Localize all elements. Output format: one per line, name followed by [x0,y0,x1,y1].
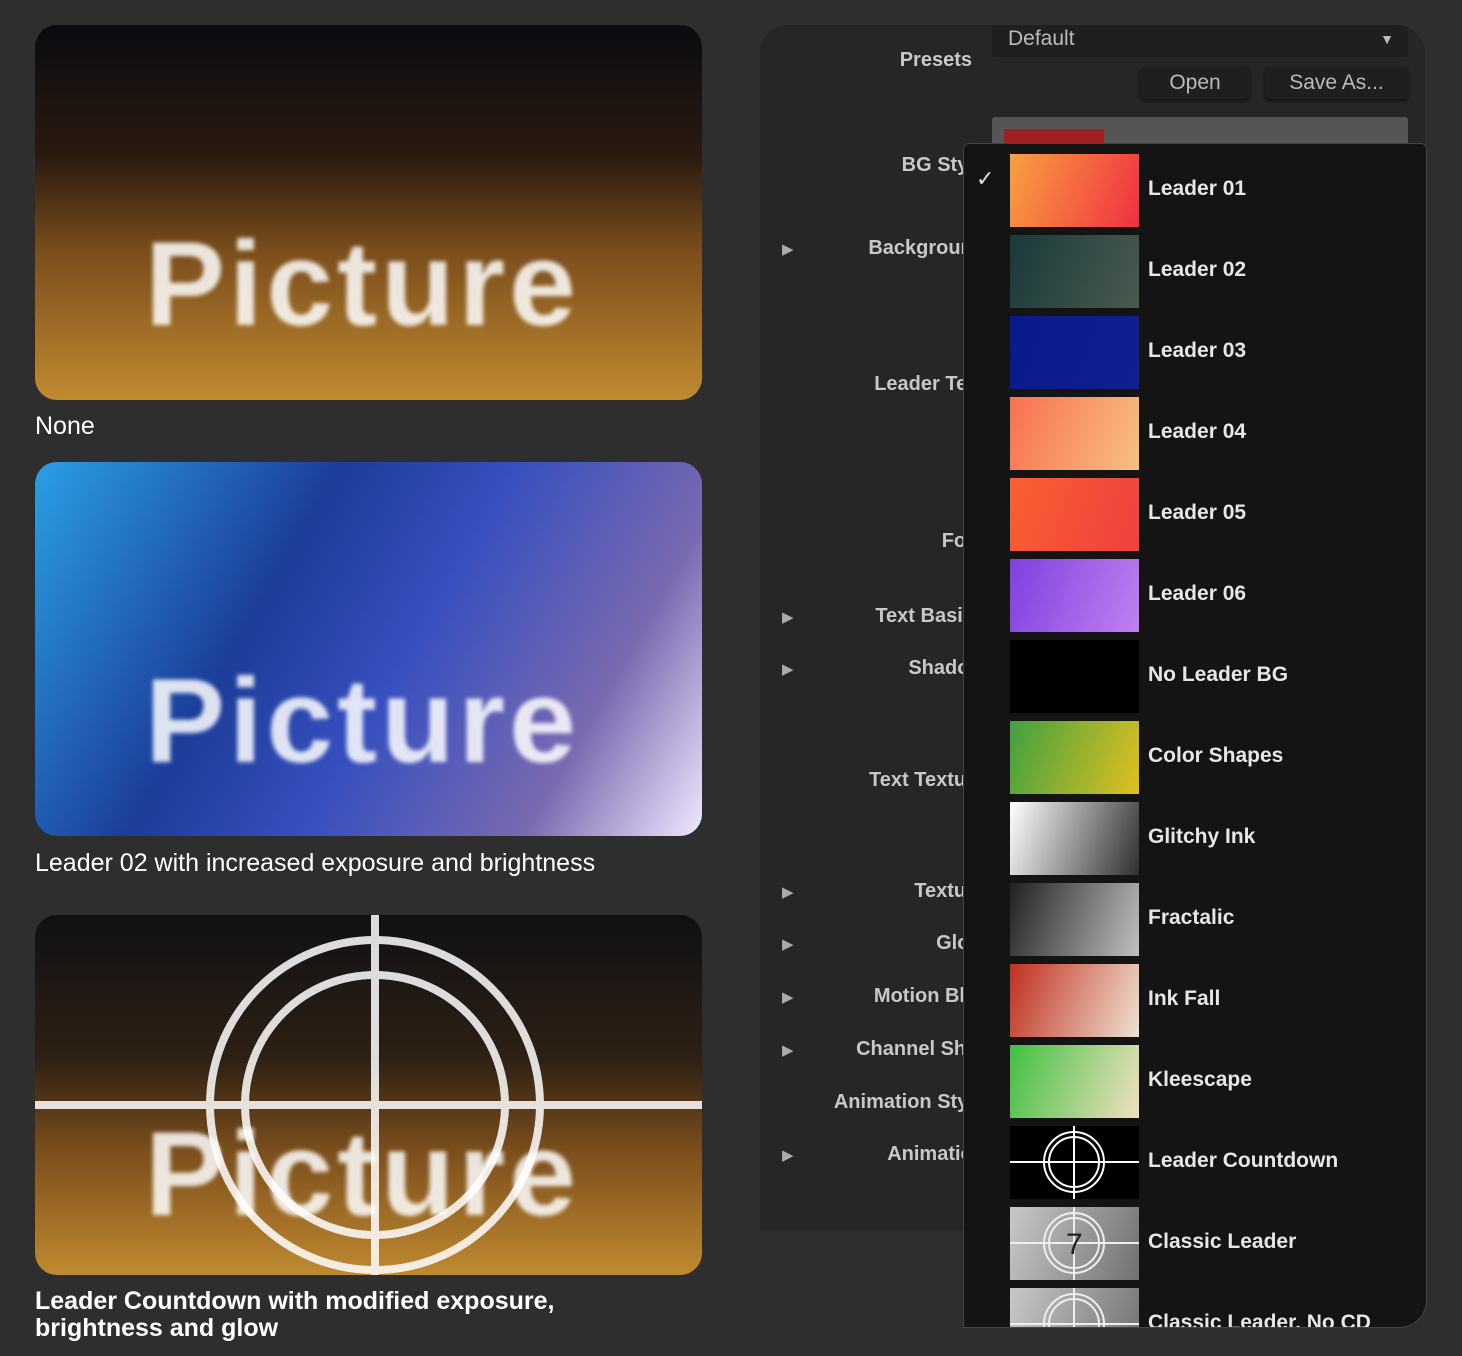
presets-value: Default [1008,27,1075,50]
thumbnail [1010,316,1139,389]
menu-item-kleescape[interactable]: Kleescape [964,1035,1426,1118]
thumbnail [1010,478,1139,551]
example-image-leader-countdown: Picture [35,915,702,1275]
menu-item-leader-03[interactable]: Leader 03 [964,306,1426,389]
thumbnail [1010,397,1139,470]
thumbnail [1010,640,1139,713]
bg-style-menu: ✓ Leader 01 Leader 02 Leader 03 Leader 04 Lea… [963,143,1427,1328]
chevron-down-icon: ▼ [1380,31,1394,47]
menu-item-fractalic[interactable]: Fractalic [964,873,1426,956]
thumbnail [1010,1288,1139,1327]
caption-leader-02: Leader 02 with increased exposure and br… [35,849,596,877]
menu-item-label: Leader 04 [1148,420,1247,443]
disclosure-triangle-icon[interactable]: ▶ [782,1146,794,1164]
menu-item-leader-06[interactable]: Leader 06 [964,549,1426,632]
menu-item-label: Leader 06 [1148,582,1247,605]
example-image-leader-02: Picture [35,462,702,836]
caption-none: None [35,412,95,440]
disclosure-triangle-icon[interactable]: ▶ [782,608,794,626]
disclosure-triangle-icon[interactable]: ▶ [782,1041,794,1059]
thumbnail [1010,1045,1139,1118]
menu-item-label: Glitchy Ink [1148,825,1256,848]
open-button[interactable]: Open [1140,67,1250,99]
disclosure-triangle-icon[interactable]: ▶ [782,935,794,953]
menu-item-label: Kleescape [1148,1068,1252,1091]
menu-item-label: Classic Leader [1148,1230,1297,1253]
disclosure-triangle-icon[interactable]: ▶ [782,240,794,258]
menu-item-glitchy-ink[interactable]: Glitchy Ink [964,792,1426,875]
menu-item-label: Leader 02 [1148,258,1247,281]
menu-item-label: Fractalic [1148,906,1235,929]
thumbnail [1010,883,1139,956]
overlay-text: Picture [145,654,580,788]
menu-item-label: Leader 05 [1148,501,1247,524]
menu-item-label: No Leader BG [1148,663,1289,686]
menu-item-ink-fall[interactable]: Ink Fall [964,954,1426,1037]
menu-item-label: Leader Countdown [1148,1149,1339,1172]
example-image-none: Picture [35,25,702,400]
thumbnail [1010,964,1139,1037]
menu-item-label: Color Shapes [1148,744,1284,767]
thumbnail [1010,559,1139,632]
thumbnail [1010,802,1139,875]
menu-item-classic-leader-no-cd[interactable]: Classic Leader, No CD [964,1278,1426,1328]
menu-item-leader-countdown[interactable]: Leader Countdown [964,1116,1426,1199]
presets-label: Presets [899,49,972,71]
thumbnail [1010,1126,1139,1199]
thumbnail [1010,721,1139,794]
menu-item-leader-05[interactable]: Leader 05 [964,468,1426,551]
disclosure-triangle-icon[interactable]: ▶ [782,988,794,1006]
menu-item-leader-02[interactable]: Leader 02 [964,225,1426,308]
disclosure-triangle-icon[interactable]: ▶ [782,660,794,678]
thumbnail: 7 [1010,1207,1139,1280]
menu-item-no-leader-bg[interactable]: No Leader BG [964,630,1426,713]
menu-item-leader-01[interactable]: ✓ Leader 01 [964,144,1426,227]
disclosure-triangle-icon[interactable]: ▶ [782,883,794,901]
menu-item-label: Classic Leader, No CD [1148,1311,1371,1328]
presets-dropdown[interactable]: Default ▼ [992,25,1408,57]
svg-text:7: 7 [1066,1228,1083,1261]
menu-item-color-shapes[interactable]: Color Shapes [964,711,1426,794]
thumbnail [1010,154,1139,227]
thumbnail [1010,235,1139,308]
overlay-text: Picture [145,217,580,351]
menu-item-label: Leader 03 [1148,339,1247,362]
menu-item-label: Ink Fall [1148,987,1221,1010]
menu-item-leader-04[interactable]: Leader 04 [964,387,1426,470]
save-as-button[interactable]: Save As... [1265,67,1408,99]
overlay-text: Picture [145,1107,580,1241]
menu-item-label: Leader 01 [1148,177,1247,200]
checkmark-icon: ✓ [976,166,995,191]
caption-leader-countdown: Leader Countdown with modified exposure,… [35,1287,555,1342]
menu-item-classic-leader[interactable]: 7 Classic Leader [964,1197,1426,1280]
